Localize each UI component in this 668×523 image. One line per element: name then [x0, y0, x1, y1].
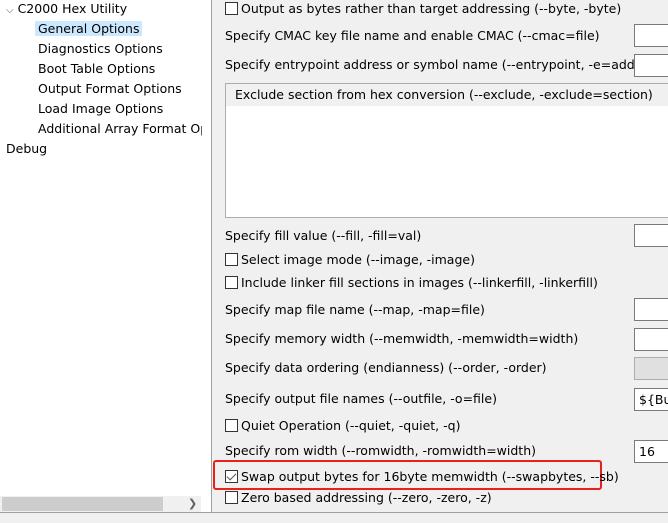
romwidth-label: Specify rom width (--romwidth, -romwidth…	[225, 443, 536, 458]
horizontal-scrollbar[interactable]: ❯	[0, 496, 201, 512]
checkbox-icon[interactable]	[225, 491, 238, 504]
checkbox-icon[interactable]	[225, 253, 238, 266]
checkbox-icon[interactable]	[225, 276, 238, 289]
memwidth-input[interactable]	[634, 328, 668, 351]
tree-item-boot-table-options[interactable]: Boot Table Options	[38, 59, 155, 79]
romwidth-input[interactable]: 16	[634, 440, 668, 463]
swapbytes-checkbox[interactable]: Swap output bytes for 16byte memwidth (-…	[225, 467, 619, 487]
order-label: Specify data ordering (endianness) (--or…	[225, 360, 547, 375]
map-input[interactable]	[634, 298, 668, 321]
linkerfill-checkbox[interactable]: Include linker fill sections in images (…	[225, 273, 598, 293]
bottom-bar	[0, 512, 668, 523]
checkbox-icon[interactable]	[225, 419, 238, 432]
label: Include linker fill sections in images (…	[241, 275, 598, 290]
tree-item-c2000-hex-utility[interactable]: ⌵ C2000 Hex Utility	[6, 0, 127, 19]
outfile-label: Specify output file names (--outfile, -o…	[225, 391, 497, 406]
checkbox-icon[interactable]	[225, 2, 238, 15]
byte-checkbox[interactable]: Output as bytes rather than target addre…	[225, 0, 621, 19]
image-checkbox[interactable]: Select image mode (--image, -image)	[225, 250, 475, 270]
fill-input[interactable]	[634, 224, 668, 247]
tree-item-output-format-options[interactable]: Output Format Options	[38, 79, 182, 99]
chevron-down-icon[interactable]: ⌵	[6, 5, 14, 16]
tree-panel: ⌵ C2000 Hex Utility General Options Diag…	[0, 0, 212, 512]
tree-item-load-image-options[interactable]: Load Image Options	[38, 99, 163, 119]
scroll-right-arrow-icon[interactable]: ❯	[188, 496, 197, 512]
exclude-list-header: Exclude section from hex conversion (--e…	[226, 84, 668, 106]
scrollbar-thumb[interactable]	[2, 497, 163, 511]
label: Swap output bytes for 16byte memwidth (-…	[241, 469, 619, 484]
quiet-checkbox[interactable]: Quiet Operation (--quiet, -quiet, -q)	[225, 416, 460, 436]
fill-label: Specify fill value (--fill, -fill=val)	[225, 228, 422, 243]
tree-label: General Options	[35, 21, 143, 36]
exclude-list[interactable]: Exclude section from hex conversion (--e…	[225, 83, 668, 218]
label: Zero based addressing (--zero, -zero, -z…	[241, 490, 492, 505]
tree-item-debug[interactable]: Debug	[6, 139, 47, 159]
tree-item-additional-array-format-options[interactable]: Additional Array Format Opt	[38, 119, 202, 139]
tree-item-diagnostics-options[interactable]: Diagnostics Options	[38, 39, 163, 59]
order-select[interactable]	[634, 357, 668, 380]
zero-checkbox[interactable]: Zero based addressing (--zero, -zero, -z…	[225, 488, 492, 508]
cmac-input[interactable]	[634, 24, 668, 47]
label: Quiet Operation (--quiet, -quiet, -q)	[241, 418, 461, 433]
label: Select image mode (--image, -image)	[241, 252, 475, 267]
options-panel: Output as bytes rather than target addre…	[213, 0, 668, 512]
checkbox-checked-icon[interactable]	[225, 470, 238, 483]
tree-label: C2000 Hex Utility	[17, 1, 128, 16]
map-label: Specify map file name (--map, -map=file)	[225, 302, 485, 317]
tree-item-general-options[interactable]: General Options	[35, 19, 143, 39]
entrypoint-input[interactable]	[634, 54, 668, 77]
memwidth-label: Specify memory width (--memwidth, -memwi…	[225, 331, 579, 346]
entrypoint-label: Specify entrypoint address or symbol nam…	[225, 57, 645, 72]
cmac-label: Specify CMAC key file name and enable CM…	[225, 28, 600, 43]
label: Output as bytes rather than target addre…	[241, 1, 622, 16]
outfile-input[interactable]: ${BuildArtifactFileBaseName}	[634, 388, 668, 411]
